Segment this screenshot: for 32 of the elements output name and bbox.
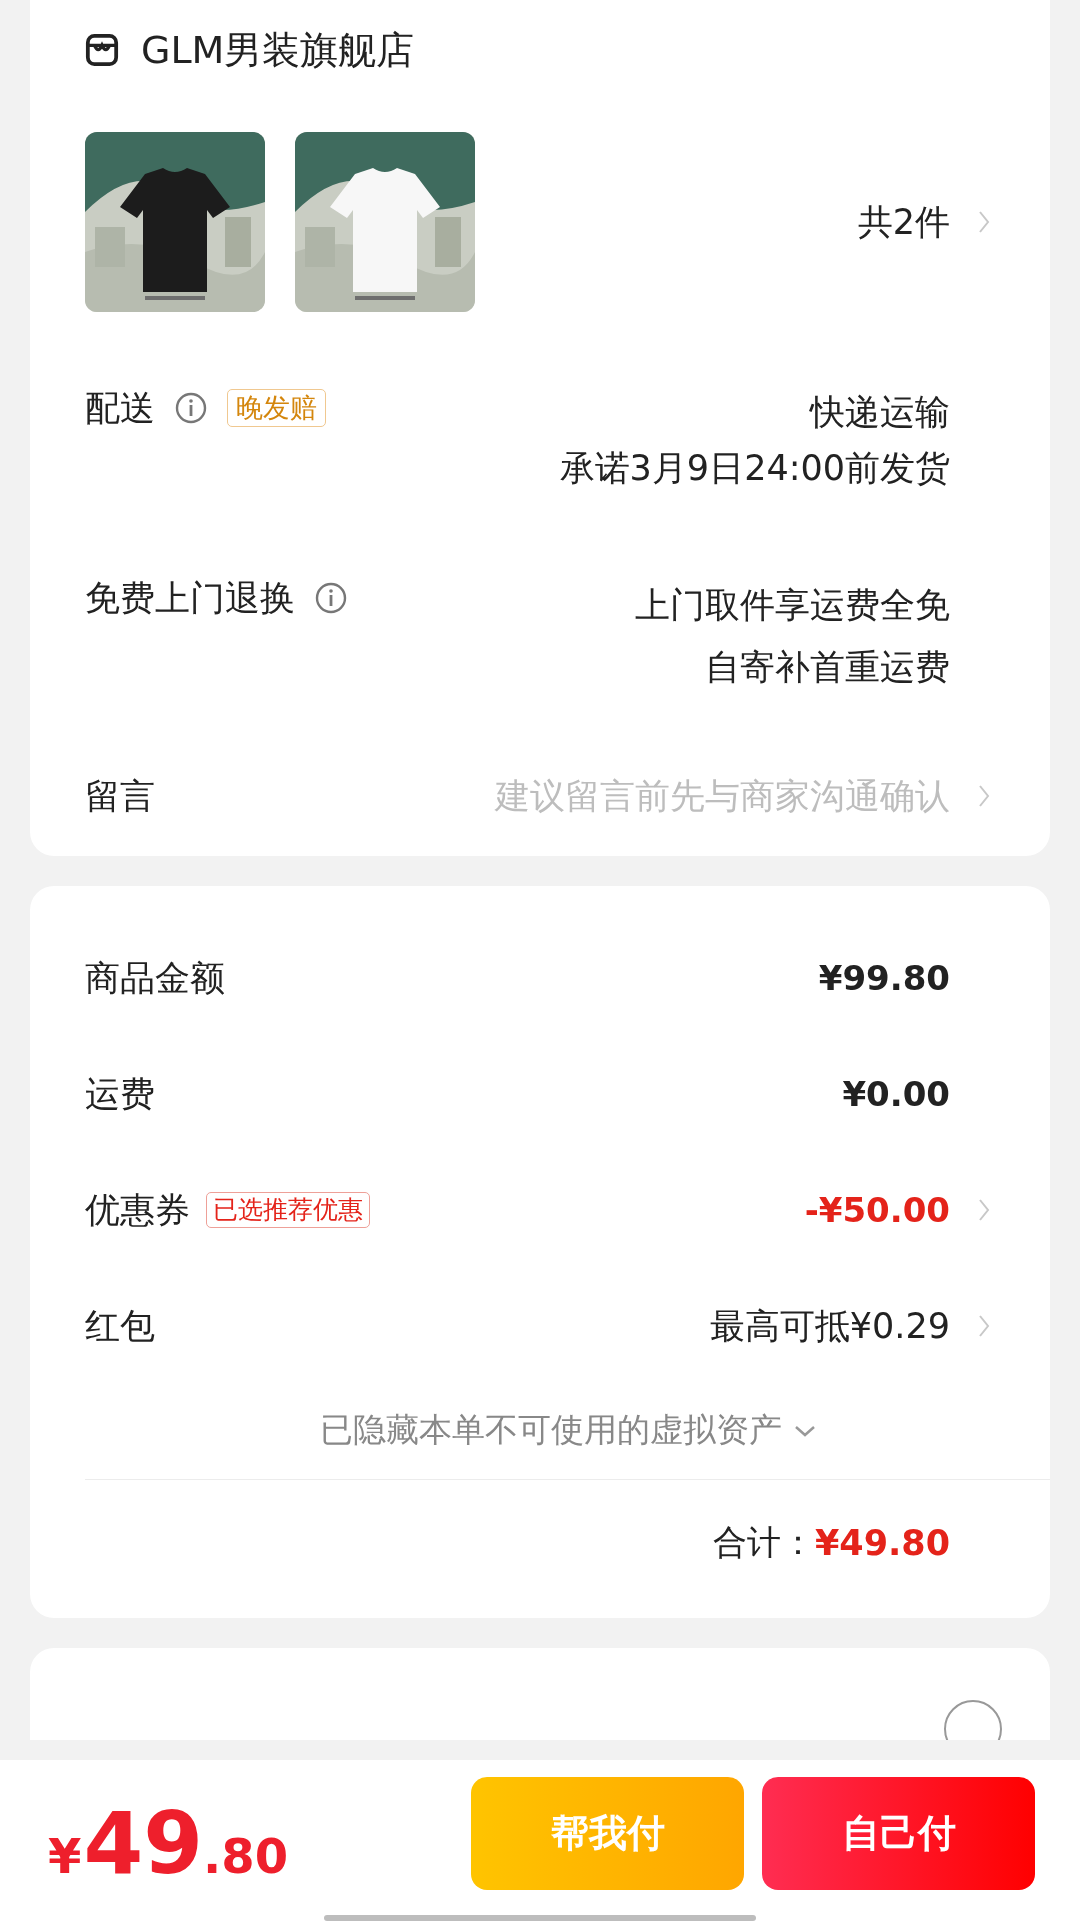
price-value[interactable]: -¥50.00: [804, 1190, 950, 1230]
store-name[interactable]: GLM男装旗舰店: [141, 24, 415, 76]
coupon-badge: 已选推荐优惠: [206, 1192, 370, 1228]
info-icon[interactable]: [315, 582, 347, 614]
delivery-label: 配送: [85, 387, 155, 430]
total-value: ¥49.80: [814, 1523, 950, 1563]
price-label: 红包: [85, 1304, 155, 1348]
pay-button[interactable]: 自己付: [762, 1777, 1035, 1890]
item-count[interactable]: 共2件: [857, 198, 950, 246]
return-info: 自寄补首重运费: [704, 646, 950, 689]
price-label: 优惠券: [85, 1188, 190, 1232]
total-label: 合计：: [712, 1521, 815, 1564]
chevron-icon: [978, 1198, 990, 1222]
chevron-icon: [978, 1314, 990, 1338]
total-price: ¥49.80: [48, 1793, 289, 1893]
return-label: 免费上门退换: [85, 577, 295, 620]
info-icon[interactable]: [175, 392, 207, 424]
price-value: ¥0.00: [842, 1074, 950, 1114]
price-label: 商品金额: [85, 956, 225, 1000]
message-label: 留言: [85, 774, 155, 818]
delivery-info: 承诺3月9日24:00前发货: [559, 447, 950, 490]
price-value[interactable]: 最高可抵¥0.29: [709, 1302, 950, 1350]
return-info: 上门取件享运费全免: [635, 584, 950, 627]
chevron-icon: [978, 784, 990, 808]
delivery-info: 快递运输: [808, 391, 950, 434]
store-icon: [85, 33, 119, 67]
chevron-down-icon: [793, 1424, 816, 1437]
price-value: ¥99.80: [818, 958, 950, 998]
hidden-assets-toggle[interactable]: 已隐藏本单不可使用的虚拟资产: [319, 1408, 782, 1453]
chevron-icon: [978, 210, 990, 234]
price-label: 运费: [85, 1072, 155, 1116]
late-compensation-badge: 晚发赔: [227, 389, 326, 427]
